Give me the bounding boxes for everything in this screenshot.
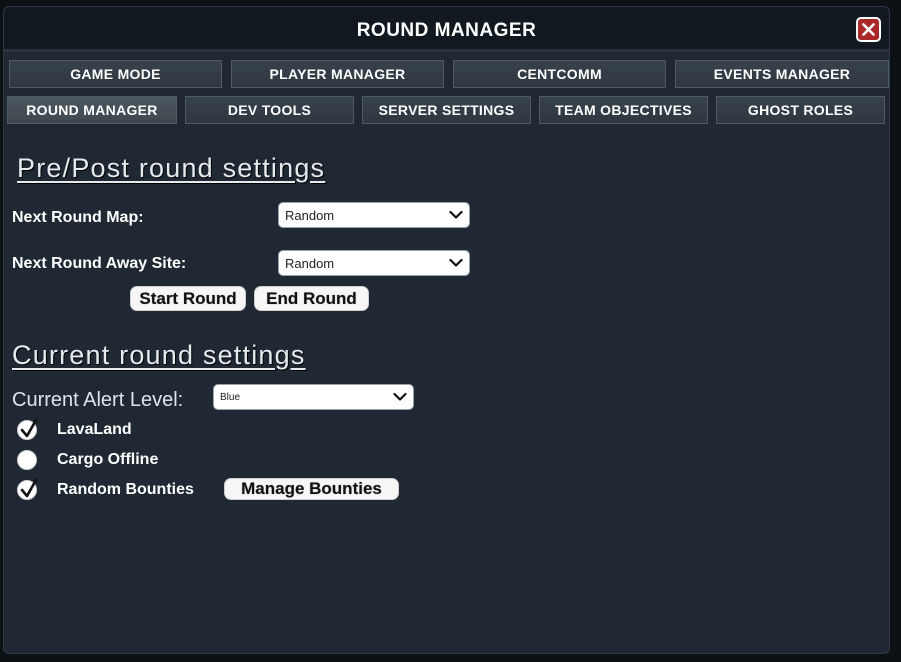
window-title: ROUND MANAGER (356, 20, 537, 41)
away-site-label: Next Round Away Site: (12, 255, 187, 272)
tab-row-1: GAME MODE PLAYER MANAGER CENTCOMM EVENTS… (7, 60, 892, 88)
title-bar[interactable]: ROUND MANAGER (4, 7, 889, 52)
tab-server-settings[interactable]: SERVER SETTINGS (362, 96, 531, 124)
lavaland-checkbox[interactable] (17, 418, 38, 440)
next-map-value: Random (285, 207, 335, 223)
end-round-button[interactable]: End Round (254, 286, 369, 311)
alert-level-dropdown[interactable]: Blue (213, 384, 414, 410)
manage-bounties-button[interactable]: Manage Bounties (224, 478, 399, 500)
close-icon (862, 23, 875, 36)
cargo-offline-option: Cargo Offline (17, 450, 158, 470)
alert-level-label: Current Alert Level: (12, 389, 184, 411)
chevron-down-icon (449, 258, 463, 267)
tab-round-manager[interactable]: ROUND MANAGER (7, 96, 177, 124)
away-site-value: Random (285, 255, 335, 271)
checkmark-icon (20, 478, 38, 498)
round-manager-window: ROUND MANAGER GAME MODE PLAYER MANAGER C… (3, 6, 890, 654)
chevron-down-icon (393, 392, 407, 401)
tab-dev-tools[interactable]: DEV TOOLS (185, 96, 354, 124)
tab-ghost-roles[interactable]: GHOST ROLES (716, 96, 885, 124)
current-round-heading: Current round settings (12, 340, 306, 370)
tab-events-manager[interactable]: EVENTS MANAGER (675, 60, 889, 88)
chevron-down-icon (449, 210, 463, 219)
tab-bar: GAME MODE PLAYER MANAGER CENTCOMM EVENTS… (7, 60, 892, 132)
next-map-dropdown[interactable]: Random (278, 202, 470, 228)
random-bounties-label: Random Bounties (57, 481, 194, 498)
tab-team-objectives[interactable]: TEAM OBJECTIVES (539, 96, 708, 124)
pre-post-heading: Pre/Post round settings (17, 153, 326, 183)
random-bounties-option: Random Bounties (17, 478, 194, 500)
random-bounties-checkbox[interactable] (17, 478, 38, 500)
lavaland-option: LavaLand (17, 418, 132, 440)
tab-row-2: ROUND MANAGER DEV TOOLS SERVER SETTINGS … (7, 96, 892, 124)
checkmark-icon (20, 418, 38, 438)
start-round-button[interactable]: Start Round (130, 286, 246, 311)
close-button[interactable] (856, 17, 881, 42)
alert-level-value: Blue (220, 391, 241, 403)
lavaland-label: LavaLand (57, 421, 132, 438)
tab-player-manager[interactable]: PLAYER MANAGER (231, 60, 444, 88)
tab-centcomm[interactable]: CENTCOMM (453, 60, 666, 88)
cargo-offline-label: Cargo Offline (57, 451, 159, 468)
away-site-dropdown[interactable]: Random (278, 250, 470, 276)
tab-game-mode[interactable]: GAME MODE (9, 60, 222, 88)
cargo-offline-checkbox[interactable] (17, 450, 37, 470)
next-map-label: Next Round Map: (12, 209, 144, 226)
